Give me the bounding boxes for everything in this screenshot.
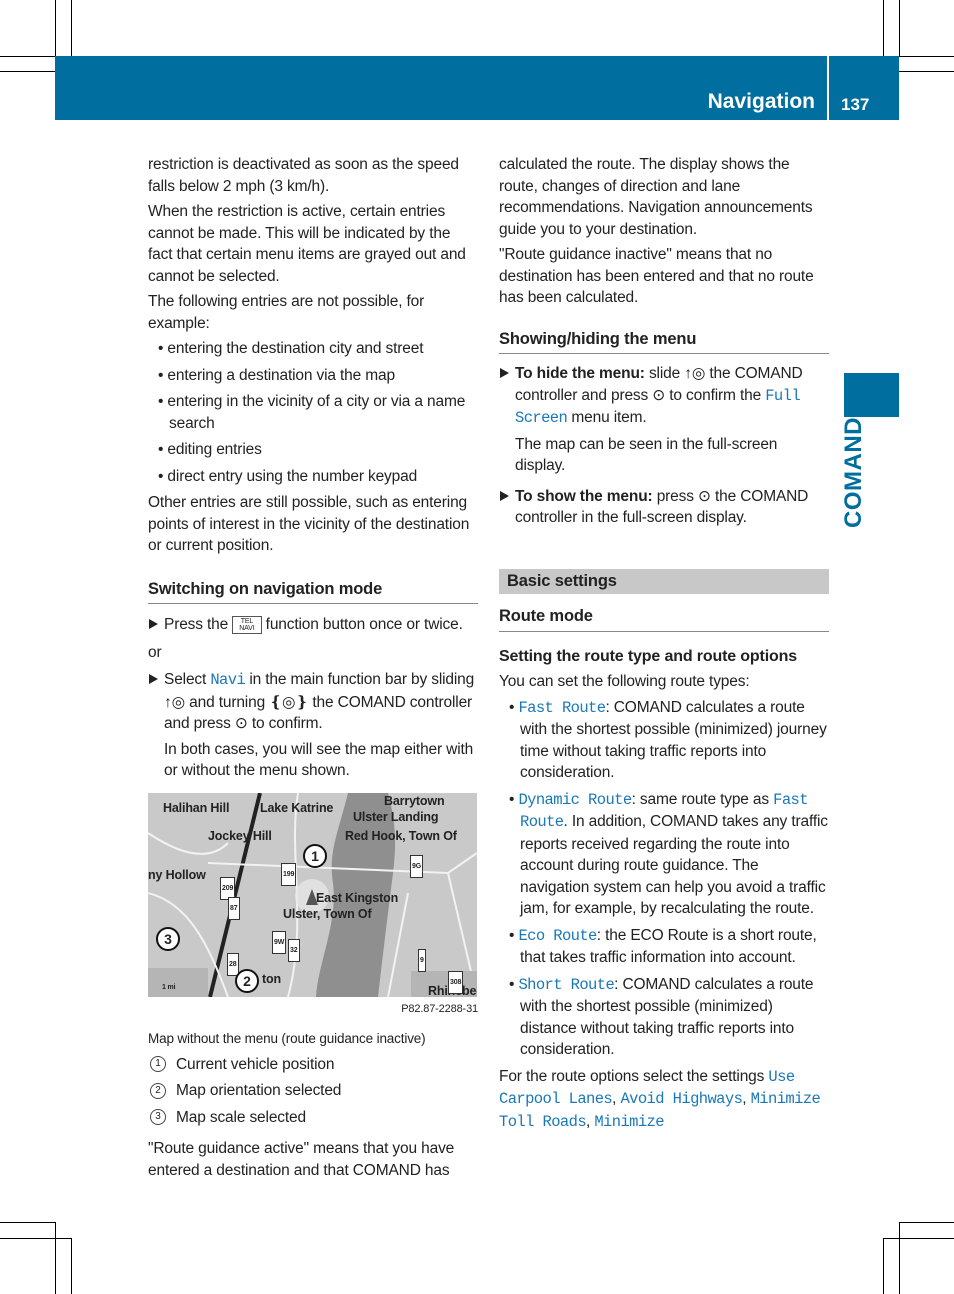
paragraph: "Route guidance active" means that you h… <box>148 1138 478 1181</box>
text-run: The following entries are not possible, … <box>148 293 425 332</box>
road-shield-icon: 9W <box>272 930 287 954</box>
bullet-item: • entering a destination via the map <box>158 366 395 384</box>
text-run: . In addition, COMAND takes any traffic … <box>520 813 828 917</box>
road-shield-icon: 87 <box>228 896 240 920</box>
menu-item-term: Fast Route <box>518 698 606 717</box>
map-place-label: Jockey Hill <box>208 828 272 843</box>
route-type-item: • Eco Route: the ECO Route is a short ro… <box>504 925 829 969</box>
road-shield-icon: 308 <box>448 970 464 994</box>
text-run: restriction is deactivated as soon as th… <box>148 156 459 195</box>
paragraph: You can set the following route types: <box>499 671 829 693</box>
text-run: "Route guidance inactive" means that no … <box>499 246 814 306</box>
menu-item-term: Short Route <box>518 975 615 994</box>
heading-route-type: Setting the route type and route options <box>499 647 798 665</box>
step-label: To show the menu: <box>515 487 653 505</box>
map-place-label: Red Hook, Town Of <box>345 828 457 843</box>
route-type-item: • Dynamic Route: same route type as Fast… <box>504 789 829 920</box>
page-number: 137 <box>841 95 870 114</box>
callout-marker: 1 <box>303 843 327 868</box>
heading-showing-hiding: Showing/hiding the menu <box>499 329 829 354</box>
map-image: Halihan Hill Lake Katrine Barrytown Ulster … <box>148 792 477 997</box>
menu-item-term: Minimize <box>594 1112 664 1131</box>
figure-caption: Map without the menu (route guidance ina… <box>148 1031 426 1046</box>
paragraph: "Route guidance inactive" means that no … <box>499 244 829 309</box>
right-column: calculated the route. The display shows … <box>499 154 829 1137</box>
step-result: In both cases, you will see the map eith… <box>164 740 474 780</box>
callout-number: 2 <box>150 1082 166 1099</box>
paragraph: Other entries are still possible, such a… <box>148 492 478 557</box>
map-place-label: Ulster, Town Of <box>283 906 372 921</box>
legend-text: Current vehicle position <box>176 1055 335 1073</box>
side-tab <box>844 373 899 417</box>
callout-number: 1 <box>150 1056 166 1073</box>
paragraph: For the route options select the setting… <box>499 1066 829 1134</box>
text-run: When the restriction is active, certain … <box>148 203 466 285</box>
figure-reference: P82.87-2288-31 <box>401 1002 478 1015</box>
menu-item-term: Navi <box>210 671 246 689</box>
callout-marker: 2 <box>235 968 259 993</box>
road-shield-icon: 9G <box>410 854 424 878</box>
text-run: , <box>742 1090 751 1107</box>
callout-number: 3 <box>150 1109 166 1126</box>
text-run: function button once or twice. <box>261 616 463 633</box>
figure-legend: 1 Current vehicle position 2 Map orientatio… <box>148 1054 478 1129</box>
road-shield-icon: 9 <box>418 948 426 972</box>
menu-item-term: Avoid Highways <box>620 1090 743 1108</box>
header-divider <box>827 56 829 120</box>
text-run: For the route options select the setting… <box>499 1067 769 1085</box>
route-type-item: • Short Route: COMAND calculates a route… <box>504 974 829 1061</box>
legend-text: Map orientation selected <box>176 1082 342 1099</box>
tel-navi-key-icon: TEL NAVI <box>232 615 262 634</box>
text-run: menu item. <box>567 409 647 426</box>
route-type-item: • Fast Route: COMAND calculates a route … <box>504 697 829 784</box>
step: Press the TEL NAVI function button once o… <box>148 614 478 636</box>
text-run: : same route type as <box>631 790 774 808</box>
bullet-item: • editing entries <box>158 441 262 458</box>
map-place-label: Lake Katrine <box>260 800 334 815</box>
bullet-item: • entering in the vicinity of a city or … <box>158 393 466 432</box>
map-place-label: Halihan Hill <box>163 800 230 815</box>
legend-item: 1 Current vehicle position <box>148 1054 478 1076</box>
paragraph: calculated the route. The display shows … <box>499 154 829 240</box>
paragraph: The following entries are not possible, … <box>148 291 478 334</box>
map-place-label: ton <box>262 971 281 986</box>
text-run: Select <box>164 671 211 688</box>
paragraph: restriction is deactivated as soon as th… <box>148 154 478 197</box>
callout-marker: 3 <box>156 926 180 951</box>
road-shield-icon: 32 <box>288 938 300 962</box>
legend-item: 3 Map scale selected <box>148 1107 478 1129</box>
legend-item: 2 Map orientation selected <box>148 1080 478 1102</box>
bullet-item: • entering the destination city and stre… <box>158 340 424 357</box>
step: To show the menu: press ⊙ the COMAND con… <box>499 486 829 529</box>
text-run: Press the <box>164 616 233 633</box>
heading-basic-settings: Basic settings <box>499 568 829 594</box>
bullet-item: • direct entry using the number keypad <box>158 467 418 485</box>
legend-text: Map scale selected <box>176 1108 306 1126</box>
menu-item-term: Eco Route <box>518 926 597 945</box>
heading-switching: Switching on navigation mode <box>148 579 478 604</box>
section-title: Navigation <box>707 90 815 113</box>
step: To hide the menu: slide ↑◎ the COMAND co… <box>499 363 829 430</box>
side-tab-label: COMAND <box>840 417 867 528</box>
text-run: Other entries are still possible, such a… <box>148 494 470 554</box>
text-run: "Route guidance active" means that you h… <box>148 1140 455 1179</box>
step-label: To hide the menu: <box>515 365 645 382</box>
road-shield-icon: 199 <box>281 862 297 886</box>
left-column: restriction is deactivated as soon as th… <box>148 154 478 1185</box>
paragraph: When the restriction is active, certain … <box>148 201 478 287</box>
step: Select Navi in the main function bar by … <box>148 669 478 735</box>
route-type-list: • Fast Route: COMAND calculates a route … <box>499 697 829 1061</box>
or-text: or <box>148 643 162 661</box>
text-run: calculated the route. The display shows … <box>499 156 813 238</box>
heading-route-mode: Route mode <box>499 606 829 632</box>
bullet-list: • entering the destination city and stre… <box>148 338 478 487</box>
map-place-label: ny Hollow <box>148 867 206 882</box>
menu-item-term: Dynamic Route <box>518 790 632 809</box>
text-run: You can set the following route types: <box>499 673 750 690</box>
step-result: The map can be seen in the full-screen d… <box>515 435 778 475</box>
map-place-label: 1 mi <box>162 983 176 991</box>
